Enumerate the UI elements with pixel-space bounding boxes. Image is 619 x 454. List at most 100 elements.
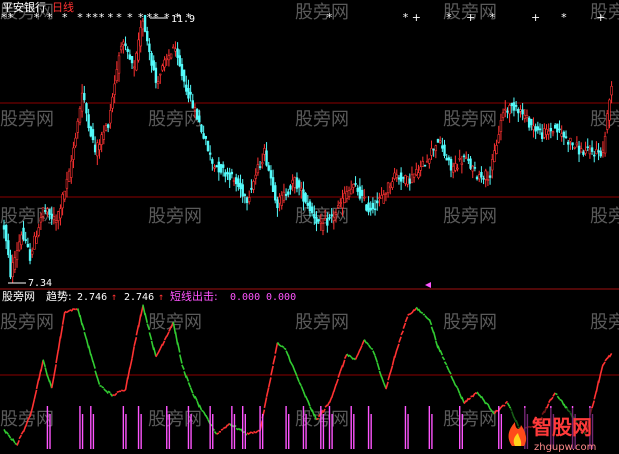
- candle-body: [243, 194, 247, 196]
- candle-body: [35, 236, 38, 244]
- candle-body: [98, 144, 101, 150]
- short-value-1: 0.000: [230, 292, 260, 303]
- candle-body: [313, 213, 316, 219]
- candle-body: [540, 132, 544, 139]
- candle-body: [517, 108, 520, 114]
- candle-body: [482, 177, 485, 180]
- candle-body: [395, 174, 398, 178]
- candle-body: [113, 83, 116, 95]
- candle-body: [575, 142, 579, 146]
- candle-body: [449, 158, 453, 171]
- candle-body: [597, 150, 600, 153]
- candle-body: [37, 227, 40, 236]
- candle-body: [419, 166, 422, 171]
- candle-body: [445, 157, 448, 161]
- candle-body: [135, 52, 138, 71]
- candle-body: [447, 157, 451, 161]
- signal-mark: *: [327, 11, 333, 24]
- candle-body: [122, 41, 125, 45]
- candle-body: [504, 108, 507, 111]
- candle-body: [536, 126, 540, 131]
- candle-body: [308, 201, 312, 212]
- candle-body: [514, 104, 518, 107]
- watermark-text: 股旁网: [295, 2, 349, 23]
- candle-body: [11, 262, 14, 278]
- candle-body: [169, 53, 173, 59]
- candle-body: [530, 118, 533, 126]
- candle-body: [130, 56, 134, 64]
- candle-body: [248, 197, 251, 202]
- candle-body: [478, 174, 481, 180]
- candle-body: [506, 110, 509, 113]
- candle-body: [198, 115, 201, 123]
- candle-body: [421, 161, 425, 167]
- candle-body: [191, 100, 194, 109]
- candle-body: [471, 165, 474, 172]
- candle-body: [52, 216, 56, 221]
- candle-body: [599, 150, 602, 157]
- candle-body: [302, 189, 305, 202]
- candle-body: [202, 133, 205, 139]
- candle-body: [280, 194, 283, 206]
- candle-body: [237, 178, 240, 187]
- candle-body: [553, 124, 557, 129]
- candle-body: [182, 69, 186, 82]
- candle-body: [425, 160, 429, 163]
- candle-body: [284, 193, 288, 196]
- trend-label: 趋势:: [46, 290, 72, 303]
- candle-body: [369, 207, 372, 211]
- candle-body: [271, 177, 275, 193]
- candle-body: [245, 197, 249, 203]
- candle-body: [258, 166, 262, 168]
- short-value-2: 0.000: [266, 292, 296, 303]
- candle-body: [406, 176, 409, 185]
- candle-body: [538, 128, 542, 131]
- candle-body: [178, 55, 181, 67]
- candle-body: [295, 177, 299, 189]
- candle-body: [491, 159, 494, 171]
- candle-body: [185, 84, 188, 92]
- trend-arrow-1: ↑: [111, 292, 117, 303]
- watermark-text: 股旁网: [443, 312, 497, 333]
- candle-body: [577, 145, 581, 155]
- signal-mark: *: [403, 11, 409, 24]
- candle-body: [226, 171, 229, 175]
- short-label: 短线出击:: [170, 289, 218, 303]
- signal-mark: *: [116, 11, 122, 24]
- candle-body: [428, 158, 431, 164]
- candle-body: [603, 135, 607, 154]
- signal-mark: *: [99, 11, 105, 24]
- candle-body: [232, 179, 236, 182]
- trend-segment: [122, 389, 126, 392]
- trend-segment: [559, 398, 563, 402]
- watermark-text: 股旁网: [590, 206, 619, 227]
- candle-body: [569, 137, 572, 142]
- candle-body: [217, 161, 221, 173]
- candle-body: [265, 150, 268, 166]
- candle-body: [117, 55, 121, 74]
- trend-segment: [73, 308, 76, 311]
- candle-body: [343, 192, 346, 203]
- candle-body: [96, 142, 99, 157]
- candle-body: [384, 192, 388, 195]
- candle-body: [467, 159, 470, 161]
- candle-body: [165, 58, 168, 60]
- signal-mark: *: [490, 11, 496, 24]
- candle-body: [9, 254, 12, 278]
- candle-body: [119, 45, 123, 51]
- candle-body: [432, 148, 435, 151]
- candle-body: [26, 243, 30, 248]
- candle-body: [376, 200, 379, 204]
- candle-body: [460, 162, 464, 165]
- signal-mark: +: [412, 11, 421, 24]
- candle-body: [586, 146, 589, 149]
- candle-body: [163, 59, 166, 68]
- candle-body: [360, 189, 364, 196]
- candle-body: [7, 240, 10, 256]
- candle-body: [89, 126, 93, 137]
- candle-body: [454, 163, 457, 171]
- watermark-text: 股旁网: [0, 312, 54, 333]
- candle-body: [527, 117, 531, 128]
- candle-body: [501, 112, 505, 118]
- candle-body: [126, 48, 129, 52]
